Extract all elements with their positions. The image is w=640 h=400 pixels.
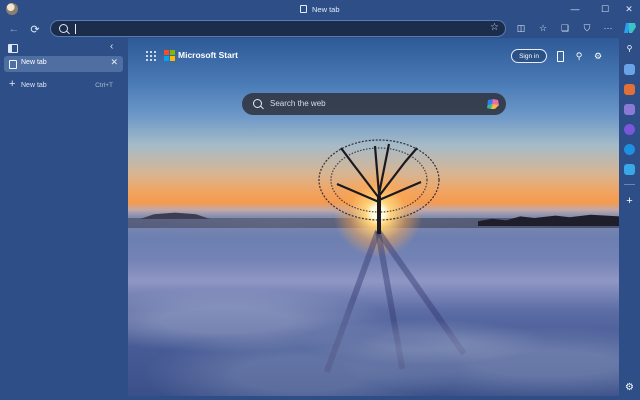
- search-icon: [59, 24, 68, 33]
- search-icon: [253, 99, 262, 108]
- page-icon: [300, 5, 307, 13]
- edge-sidebar: ⚲ + ⚙: [619, 38, 640, 400]
- add-icon[interactable]: +: [624, 195, 635, 207]
- background-snow: [128, 288, 619, 396]
- search-placeholder[interactable]: Search the web: [270, 99, 326, 108]
- tools-icon[interactable]: [624, 84, 635, 95]
- rewards-icon[interactable]: ⚲: [572, 49, 586, 63]
- sidebar-settings-icon[interactable]: ⚙: [624, 382, 635, 393]
- games-icon[interactable]: [624, 104, 635, 115]
- refresh-button[interactable]: ⟳: [27, 21, 43, 37]
- collapse-pane-icon[interactable]: ‹: [110, 41, 113, 52]
- microsoft365-icon[interactable]: [624, 124, 635, 135]
- page-icon: [9, 60, 17, 69]
- brand-title[interactable]: Microsoft Start: [178, 50, 238, 60]
- new-tab-page: Microsoft Start Sign in ⚲ ⚙ Search the w…: [128, 38, 619, 396]
- sidebar-divider: [624, 184, 635, 185]
- close-tab-icon[interactable]: ✕: [110, 57, 118, 68]
- minimize-button[interactable]: —: [566, 1, 584, 17]
- sign-in-button[interactable]: Sign in: [511, 49, 547, 63]
- copilot-icon[interactable]: [486, 97, 500, 111]
- profile-avatar[interactable]: [6, 3, 18, 15]
- window-title: New tab: [300, 3, 340, 15]
- split-screen-icon[interactable]: ◫: [514, 21, 528, 35]
- new-tab-shortcut: Ctrl+T: [95, 82, 113, 89]
- sidebar-search-icon[interactable]: ⚲: [624, 43, 635, 54]
- more-options-icon[interactable]: ···: [601, 21, 615, 35]
- drop-icon[interactable]: [624, 164, 635, 175]
- copilot-icon[interactable]: [623, 21, 637, 35]
- text-caret: [75, 24, 76, 34]
- web-search-box[interactable]: Search the web: [242, 93, 506, 115]
- new-tab-button[interactable]: + New tab Ctrl+T: [4, 78, 123, 93]
- settings-icon[interactable]: ⚙: [591, 49, 605, 63]
- microsoft-logo-icon: [164, 50, 175, 61]
- add-favorite-icon[interactable]: ☆: [490, 22, 499, 33]
- browser-essentials-icon[interactable]: ⛉: [580, 21, 594, 35]
- background-tree: [318, 139, 440, 234]
- tab-new-tab[interactable]: New tab ✕: [4, 56, 123, 72]
- plus-icon: +: [9, 78, 16, 90]
- tab-actions-icon[interactable]: [8, 44, 18, 53]
- tab-label: New tab: [21, 59, 47, 66]
- shopping-icon[interactable]: [624, 64, 635, 75]
- app-launcher-icon[interactable]: [146, 51, 156, 61]
- close-button[interactable]: ✕: [620, 1, 638, 17]
- window-title-text: New tab: [312, 4, 340, 14]
- phone-icon[interactable]: [553, 49, 567, 63]
- address-bar[interactable]: ☆: [50, 20, 506, 37]
- outlook-icon[interactable]: [624, 144, 635, 155]
- back-button[interactable]: ←: [6, 21, 22, 37]
- collections-icon[interactable]: ❏: [558, 21, 572, 35]
- new-tab-label: New tab: [21, 82, 47, 89]
- maximize-button[interactable]: ☐: [596, 1, 614, 17]
- favorites-icon[interactable]: ☆: [536, 21, 550, 35]
